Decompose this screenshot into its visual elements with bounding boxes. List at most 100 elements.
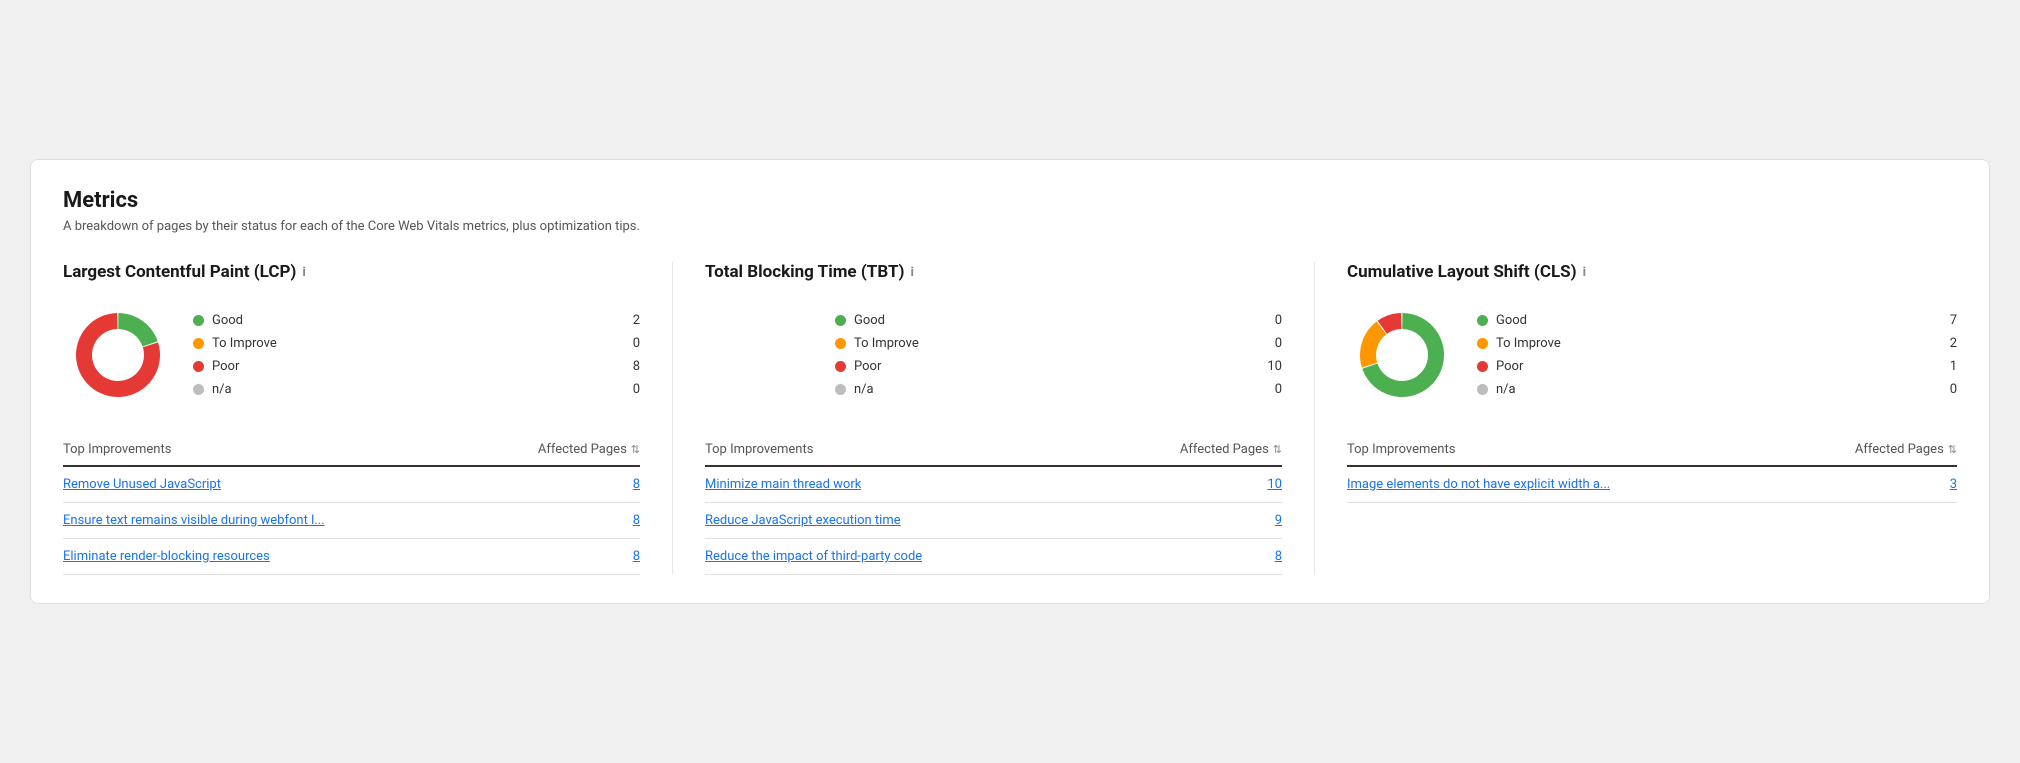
th-pages-lcp[interactable]: Affected Pages ⇅ [538,442,640,457]
legend-dot-cls-3 [1477,384,1488,395]
legend-value-cls-2: 1 [1937,359,1957,374]
chart-legend-row-tbt: Good 0 To Improve 0 Poor 10 n/a 0 [705,300,1282,410]
metric-section-lcp: Largest Contentful Paint (LCP) i Good 2 … [63,262,673,575]
metric-title-cls: Cumulative Layout Shift (CLS) i [1347,262,1957,282]
legend-item-cls-2: Poor 1 [1477,359,1957,374]
table-row: Minimize main thread work 10 [705,467,1282,503]
table-row: Eliminate render-blocking resources 8 [63,539,640,575]
row-value-cls-0[interactable]: 3 [1937,477,1957,492]
page-title: Metrics [63,188,1957,213]
row-value-lcp-2[interactable]: 8 [620,549,640,564]
row-value-lcp-0[interactable]: 8 [620,477,640,492]
sort-icon-tbt[interactable]: ⇅ [1273,443,1282,456]
row-value-tbt-0[interactable]: 10 [1262,477,1282,492]
table-cls: Top Improvements Affected Pages ⇅ Image … [1347,434,1957,503]
row-link-cls-0[interactable]: Image elements do not have explicit widt… [1347,477,1610,492]
legend-label-tbt-2: Poor [854,359,1254,374]
legend-dot-cls-1 [1477,338,1488,349]
legend-dot-cls-2 [1477,361,1488,372]
table-row: Ensure text remains visible during webfo… [63,503,640,539]
metric-section-cls: Cumulative Layout Shift (CLS) i Good 7 T… [1347,262,1957,575]
table-lcp: Top Improvements Affected Pages ⇅ Remove… [63,434,640,575]
legend-item-cls-3: n/a 0 [1477,382,1957,397]
legend-value-tbt-1: 0 [1262,336,1282,351]
row-link-lcp-1[interactable]: Ensure text remains visible during webfo… [63,513,325,528]
page-subtitle: A breakdown of pages by their status for… [63,219,1957,234]
th-pages-label-tbt: Affected Pages [1180,442,1269,457]
legend-value-tbt-3: 0 [1262,382,1282,397]
metric-title-text-tbt: Total Blocking Time (TBT) [705,262,904,282]
legend-label-cls-3: n/a [1496,382,1929,397]
chart-legend-row-cls: Good 7 To Improve 2 Poor 1 n/a 0 [1347,300,1957,410]
sort-icon-cls[interactable]: ⇅ [1948,443,1957,456]
info-icon-tbt[interactable]: i [910,265,913,280]
legend-item-lcp-1: To Improve 0 [193,336,640,351]
donut-chart-lcp [63,300,173,410]
legend-label-lcp-2: Poor [212,359,612,374]
legend-dot-tbt-3 [835,384,846,395]
legend-dot-tbt-1 [835,338,846,349]
metric-title-lcp: Largest Contentful Paint (LCP) i [63,262,640,282]
row-value-lcp-1[interactable]: 8 [620,513,640,528]
legend-item-cls-1: To Improve 2 [1477,336,1957,351]
row-link-tbt-0[interactable]: Minimize main thread work [705,477,861,492]
metric-title-tbt: Total Blocking Time (TBT) i [705,262,1282,282]
legend-label-lcp-1: To Improve [212,336,612,351]
th-pages-tbt[interactable]: Affected Pages ⇅ [1180,442,1282,457]
legend-dot-tbt-0 [835,315,846,326]
legend-value-cls-0: 7 [1937,313,1957,328]
legend-value-lcp-0: 2 [620,313,640,328]
legend-item-tbt-1: To Improve 0 [835,336,1282,351]
legend-label-cls-2: Poor [1496,359,1929,374]
legend-label-cls-1: To Improve [1496,336,1929,351]
th-pages-cls[interactable]: Affected Pages ⇅ [1855,442,1957,457]
metrics-card: Metrics A breakdown of pages by their st… [30,159,1990,604]
legend-lcp: Good 2 To Improve 0 Poor 8 n/a 0 [193,313,640,397]
metric-title-text-cls: Cumulative Layout Shift (CLS) [1347,262,1577,282]
legend-value-cls-1: 2 [1937,336,1957,351]
row-link-tbt-1[interactable]: Reduce JavaScript execution time [705,513,901,528]
legend-value-lcp-1: 0 [620,336,640,351]
legend-item-cls-0: Good 7 [1477,313,1957,328]
donut-chart-cls [1347,300,1457,410]
table-header-tbt: Top Improvements Affected Pages ⇅ [705,434,1282,467]
legend-value-lcp-3: 0 [620,382,640,397]
metric-title-text-lcp: Largest Contentful Paint (LCP) [63,262,296,282]
legend-label-tbt-1: To Improve [854,336,1254,351]
table-row: Reduce JavaScript execution time 9 [705,503,1282,539]
legend-dot-lcp-2 [193,361,204,372]
table-tbt: Top Improvements Affected Pages ⇅ Minimi… [705,434,1282,575]
legend-label-lcp-0: Good [212,313,612,328]
row-value-tbt-1[interactable]: 9 [1262,513,1282,528]
sort-icon-lcp[interactable]: ⇅ [631,443,640,456]
info-icon-lcp[interactable]: i [302,265,305,280]
legend-value-lcp-2: 8 [620,359,640,374]
th-pages-label-lcp: Affected Pages [538,442,627,457]
legend-dot-lcp-0 [193,315,204,326]
table-row: Remove Unused JavaScript 8 [63,467,640,503]
chart-legend-row-lcp: Good 2 To Improve 0 Poor 8 n/a 0 [63,300,640,410]
row-link-lcp-0[interactable]: Remove Unused JavaScript [63,477,221,492]
info-icon-cls[interactable]: i [1583,265,1586,280]
legend-value-tbt-2: 10 [1262,359,1282,374]
row-value-tbt-2[interactable]: 8 [1262,549,1282,564]
donut-chart-tbt [705,300,815,410]
th-pages-label-cls: Affected Pages [1855,442,1944,457]
legend-label-tbt-0: Good [854,313,1254,328]
table-header-lcp: Top Improvements Affected Pages ⇅ [63,434,640,467]
legend-item-tbt-3: n/a 0 [835,382,1282,397]
legend-item-tbt-0: Good 0 [835,313,1282,328]
legend-dot-tbt-2 [835,361,846,372]
legend-item-lcp-3: n/a 0 [193,382,640,397]
legend-dot-cls-0 [1477,315,1488,326]
row-link-tbt-2[interactable]: Reduce the impact of third-party code [705,549,922,564]
legend-item-lcp-2: Poor 8 [193,359,640,374]
table-header-cls: Top Improvements Affected Pages ⇅ [1347,434,1957,467]
row-link-lcp-2[interactable]: Eliminate render-blocking resources [63,549,270,564]
th-improvements-cls: Top Improvements [1347,442,1455,457]
th-improvements-tbt: Top Improvements [705,442,813,457]
legend-label-tbt-3: n/a [854,382,1254,397]
legend-value-cls-3: 0 [1937,382,1957,397]
table-row: Image elements do not have explicit widt… [1347,467,1957,503]
table-row: Reduce the impact of third-party code 8 [705,539,1282,575]
